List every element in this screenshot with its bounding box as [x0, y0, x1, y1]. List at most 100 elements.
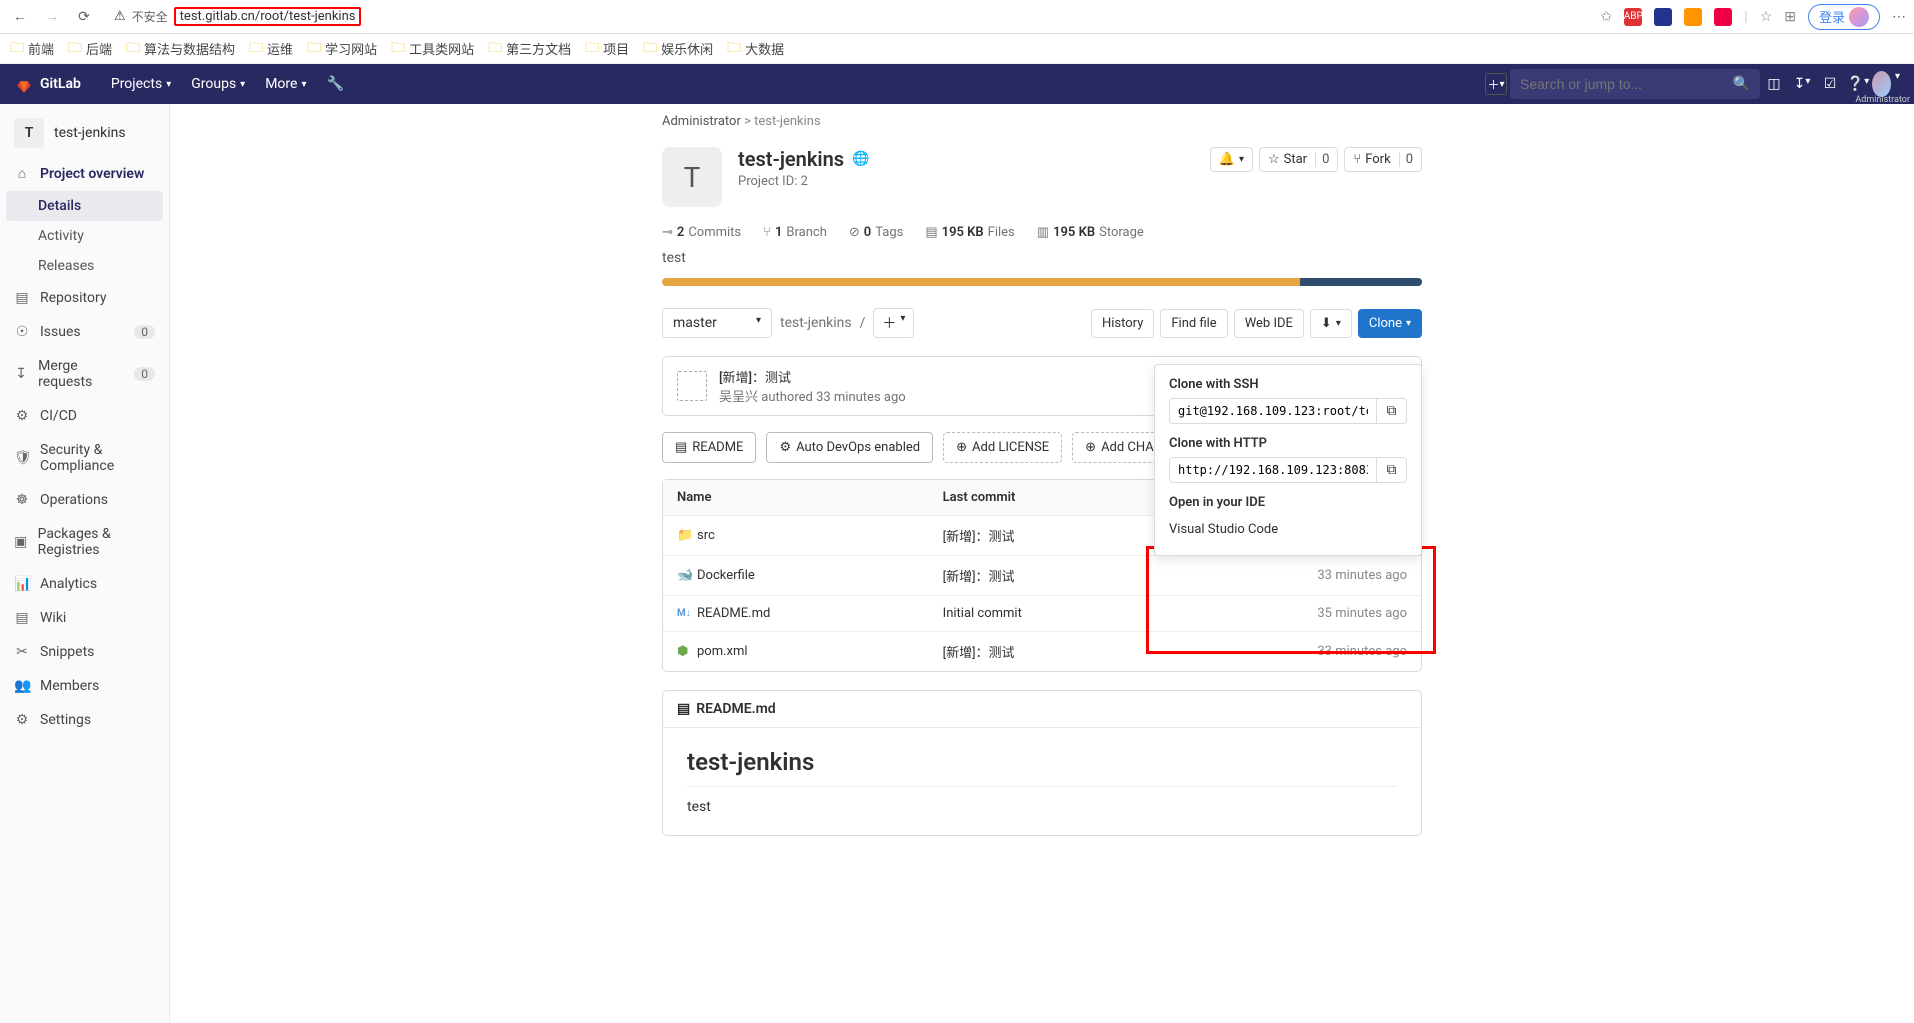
- file-time: 33 minutes ago: [1163, 556, 1421, 596]
- bookmark-item[interactable]: 🗀运维: [249, 37, 293, 61]
- copy-http-button[interactable]: ⧉: [1377, 457, 1407, 483]
- fork-button[interactable]: ⑂ Fork0: [1344, 147, 1422, 172]
- sidebar-project-header[interactable]: T test-jenkins: [0, 110, 169, 156]
- sidebar-item-cicd[interactable]: ⚙CI/CD: [0, 399, 169, 433]
- star-count: 0: [1315, 152, 1329, 167]
- ext-icon-orange[interactable]: [1684, 8, 1702, 26]
- readme-text: test: [687, 799, 1397, 815]
- clone-http-label: Clone with HTTP: [1169, 436, 1407, 451]
- notification-button[interactable]: 🔔▾: [1210, 147, 1253, 172]
- history-button[interactable]: History: [1091, 309, 1154, 338]
- bookmark-item[interactable]: 🗀工具类网站: [391, 37, 474, 61]
- new-menu[interactable]: ＋ ▾: [1482, 73, 1510, 95]
- readme-button[interactable]: ▤ README: [662, 432, 756, 463]
- sidebar-item-settings[interactable]: ⚙ Settings: [0, 703, 169, 737]
- bookmark-item[interactable]: 🗀大数据: [727, 37, 784, 61]
- copy-ssh-button[interactable]: ⧉: [1377, 398, 1407, 424]
- back-button[interactable]: ←: [8, 5, 32, 29]
- shield-icon: 🛡: [14, 450, 30, 466]
- stat-files[interactable]: ▤ 195 KB Files: [925, 225, 1014, 240]
- folder-icon: 🗀: [727, 37, 741, 61]
- ext-icon-red[interactable]: [1714, 8, 1732, 26]
- folder-icon: 🗀: [307, 37, 321, 61]
- autodevops-button[interactable]: ⚙ Auto DevOps enabled: [766, 432, 933, 463]
- sidebar-item-operations[interactable]: ☸Operations: [0, 483, 169, 517]
- sidebar-sub-releases[interactable]: Releases: [0, 251, 169, 281]
- search-box[interactable]: 🔍: [1510, 69, 1760, 99]
- sidebar-item-label: Settings: [40, 712, 91, 728]
- sidebar-item-security[interactable]: 🛡Security & Compliance: [0, 433, 169, 483]
- branch-selector[interactable]: master▾: [662, 308, 772, 338]
- add-license-button[interactable]: ⊕ Add LICENSE: [943, 432, 1062, 463]
- issues-icon[interactable]: ◫: [1760, 76, 1788, 92]
- star-button[interactable]: ☆ Star0: [1259, 147, 1338, 172]
- url-bar[interactable]: ⚠ 不安全 test.gitlab.cn/root/test-jenkins: [104, 3, 1593, 31]
- user-menu[interactable]: ▾Administrator: [1872, 71, 1900, 97]
- collections-icon[interactable]: ⊞: [1784, 9, 1796, 25]
- bookmark-item[interactable]: 🗀前端: [10, 37, 54, 61]
- repo-toolbar: master▾ test-jenkins / ＋▾ History Find f…: [662, 308, 1422, 338]
- favorite-icon[interactable]: ✩: [1601, 9, 1613, 25]
- breadcrumb-root[interactable]: Administrator: [662, 114, 741, 129]
- merge-icon[interactable]: ↧ ▾: [1788, 76, 1816, 92]
- login-button[interactable]: 登录: [1808, 4, 1880, 30]
- bookmark-item[interactable]: 🗀娱乐休闲: [643, 37, 713, 61]
- file-icon: ▤: [677, 701, 690, 717]
- bookmark-item[interactable]: 🗀第三方文档: [488, 37, 571, 61]
- readme-header: ▤README.md: [663, 691, 1421, 728]
- nav-projects[interactable]: Projects▾: [101, 76, 181, 92]
- ext-icon-blue[interactable]: [1654, 8, 1672, 26]
- clone-ssh-input[interactable]: [1169, 398, 1377, 424]
- sidebar-item-snippets[interactable]: ✂Snippets: [0, 635, 169, 669]
- todo-icon[interactable]: ☑: [1816, 76, 1844, 92]
- bookmark-item[interactable]: 🗀项目: [585, 37, 629, 61]
- sidebar-item-packages[interactable]: ▣Packages & Registries: [0, 517, 169, 567]
- sidebar-item-merge[interactable]: ↧Merge requests0: [0, 349, 169, 399]
- stat-tags[interactable]: ⊘ 0 Tags: [849, 225, 903, 240]
- bookmark-item[interactable]: 🗀学习网站: [307, 37, 377, 61]
- folder-icon: 🗀: [391, 37, 405, 61]
- reload-button[interactable]: ⟳: [72, 5, 96, 29]
- docker-icon: 🐋: [677, 568, 691, 583]
- sidebar-item-members[interactable]: 👥Members: [0, 669, 169, 703]
- table-row[interactable]: ⬢pom.xml[新增]：测试33 minutes ago: [663, 632, 1421, 671]
- stat-branches[interactable]: ⑂ 1 Branch: [763, 225, 827, 240]
- sidebar-sub-details[interactable]: Details: [6, 191, 163, 221]
- warning-icon: ⚠: [114, 9, 126, 24]
- sidebar-item-issues[interactable]: ☉Issues0: [0, 315, 169, 349]
- download-button[interactable]: ⬇▾: [1310, 309, 1352, 338]
- bookmark-item[interactable]: 🗀算法与数据结构: [126, 37, 235, 61]
- project-id: Project ID: 2: [738, 174, 870, 189]
- clone-button[interactable]: Clone▾: [1358, 309, 1422, 338]
- bookmark-item[interactable]: 🗀后端: [68, 37, 112, 61]
- bookmark-icon[interactable]: ☆: [1760, 9, 1773, 25]
- nav-wrench[interactable]: 🔧: [316, 76, 353, 92]
- stat-commits[interactable]: ⊸ 2 Commits: [662, 225, 741, 240]
- more-icon[interactable]: ⋯: [1892, 9, 1906, 25]
- sidebar-item-wiki[interactable]: ▤Wiki: [0, 601, 169, 635]
- help-icon[interactable]: ❔▾: [1844, 76, 1872, 92]
- gear-icon: ⚙: [14, 712, 30, 728]
- table-row[interactable]: 🐋Dockerfile[新增]：测试33 minutes ago: [663, 556, 1421, 596]
- issues-badge: 0: [134, 325, 155, 339]
- nav-groups[interactable]: Groups▾: [181, 76, 255, 92]
- sidebar-item-overview[interactable]: ⌂Project overview: [0, 156, 169, 191]
- sidebar-item-analytics[interactable]: 📊Analytics: [0, 567, 169, 601]
- web-ide-button[interactable]: Web IDE: [1234, 309, 1304, 338]
- open-vscode-item[interactable]: Visual Studio Code: [1169, 516, 1407, 543]
- table-row[interactable]: M↓README.mdInitial commit35 minutes ago: [663, 596, 1421, 632]
- sidebar-item-label: Operations: [40, 492, 108, 508]
- stat-storage[interactable]: ▥ 195 KB Storage: [1037, 225, 1144, 240]
- gitlab-logo[interactable]: GitLab: [14, 74, 81, 94]
- sidebar-sub-activity[interactable]: Activity: [0, 221, 169, 251]
- project-avatar-icon: T: [662, 147, 722, 207]
- nav-more[interactable]: More▾: [255, 76, 316, 92]
- commit-title[interactable]: [新增]：测试: [719, 367, 906, 386]
- search-input[interactable]: [1520, 76, 1725, 92]
- abp-icon[interactable]: ABP: [1624, 8, 1642, 26]
- find-file-button[interactable]: Find file: [1160, 309, 1227, 338]
- file-commit: [新增]：测试: [929, 632, 1164, 671]
- sidebar-item-repository[interactable]: ▤Repository: [0, 281, 169, 315]
- add-file-button[interactable]: ＋▾: [873, 308, 914, 338]
- clone-http-input[interactable]: [1169, 457, 1377, 483]
